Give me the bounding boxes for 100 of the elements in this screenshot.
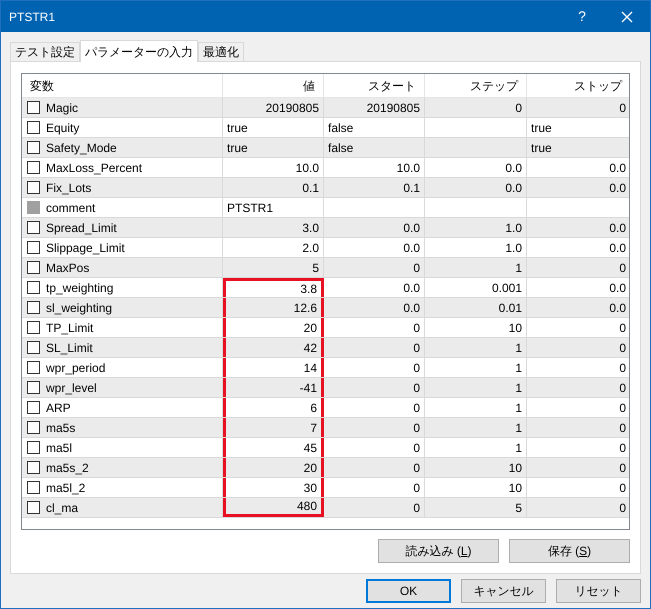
table-cell-text: 5: [515, 500, 522, 516]
file-button[interactable]: 読み込み (L): [378, 539, 499, 563]
table-cell-text: 0.0: [609, 300, 626, 316]
table-cell-text: 0: [619, 500, 626, 516]
checkbox[interactable]: [27, 101, 40, 114]
checkbox[interactable]: [27, 381, 40, 394]
tab[interactable]: パラメーターの入力: [80, 40, 198, 62]
checkbox[interactable]: [27, 361, 40, 374]
checkbox[interactable]: [27, 281, 40, 294]
parameter-name: ma5l: [46, 440, 72, 456]
help-button[interactable]: ?: [560, 1, 604, 32]
table-cell-text: 0: [619, 480, 626, 496]
dialog-button[interactable]: リセット: [556, 579, 641, 603]
table-cell-text: 30: [304, 480, 317, 496]
checkbox[interactable]: [27, 401, 40, 414]
table-cell-text: 1.0: [505, 240, 522, 256]
checkbox[interactable]: [27, 121, 40, 134]
table-cell-text: 14: [304, 360, 317, 376]
tab[interactable]: テスト設定: [10, 42, 80, 61]
column-header[interactable]: 変数: [22, 74, 223, 97]
checkbox[interactable]: [27, 341, 40, 354]
table-cell-text: 0.01: [498, 300, 522, 316]
table-cell-text: PTSTR1: [227, 200, 274, 216]
checkbox[interactable]: [27, 301, 40, 314]
table-cell-text: 0: [619, 320, 626, 336]
table-cell-text: 12.6: [294, 300, 317, 316]
checkbox[interactable]: [27, 421, 40, 434]
table-cell-text: 0.0: [403, 220, 420, 236]
column-header[interactable]: 値: [223, 74, 324, 97]
table-cell-text: 0: [413, 460, 420, 476]
table-cell-text: 20: [304, 460, 317, 476]
table-cell-text: 3.0: [302, 220, 319, 236]
parameter-name: SL_Limit: [46, 340, 93, 356]
table-cell-text: 5: [312, 260, 319, 276]
tab[interactable]: 最適化: [198, 42, 244, 61]
parameter-name: ma5s: [46, 420, 76, 436]
table-cell-text: 10: [508, 480, 522, 496]
table-cell-text: 0: [413, 500, 420, 516]
table-cell-text: 480: [296, 498, 317, 515]
checkbox[interactable]: [27, 141, 40, 154]
table-cell-text: 0.1: [403, 180, 420, 196]
table-cell-text: 10: [508, 320, 522, 336]
table-cell-text: 0: [619, 380, 626, 396]
table-cell-text: 20: [304, 320, 317, 336]
parameter-name: Safety_Mode: [46, 140, 117, 156]
table-cell-text: false: [328, 140, 354, 156]
checkbox[interactable]: [27, 181, 40, 194]
column-header[interactable]: スタート: [324, 74, 425, 97]
checkbox[interactable]: [27, 261, 40, 274]
table-cell-text: 0: [619, 460, 626, 476]
table-cell-text: 0: [619, 360, 626, 376]
dialog-button[interactable]: OK: [366, 579, 451, 603]
parameter-name: ma5l_2: [46, 480, 86, 496]
table-cell-text: true: [227, 120, 248, 136]
parameter-name: comment: [46, 200, 96, 216]
parameter-name: Spread_Limit: [46, 220, 117, 236]
table-cell-text: 0: [413, 480, 420, 496]
checkbox[interactable]: [27, 481, 40, 494]
parameter-name: MaxLoss_Percent: [46, 160, 142, 176]
table-cell-text: 20190805: [366, 100, 420, 116]
table-cell-text: 0: [619, 260, 626, 276]
checkbox[interactable]: [27, 241, 40, 254]
table-cell-text: 0.001: [492, 280, 522, 296]
table-cell-text: 0: [619, 400, 626, 416]
checkbox[interactable]: [27, 501, 40, 514]
table-cell-text: 0: [413, 440, 420, 456]
table-cell-text: 0: [413, 340, 420, 356]
checkbox[interactable]: [27, 321, 40, 334]
close-icon: [621, 10, 633, 22]
table-cell-text: 0: [619, 440, 626, 456]
checkbox[interactable]: [27, 441, 40, 454]
parameter-name: sl_weighting: [46, 300, 112, 316]
table-cell-text: 0: [413, 320, 420, 336]
table-cell-text: 1: [515, 400, 522, 416]
table-cell-text: 1: [515, 420, 522, 436]
dialog-button[interactable]: キャンセル: [461, 579, 546, 603]
table-cell-text: 0.0: [609, 180, 626, 196]
table-cell-text: true: [531, 140, 552, 156]
parameter-name: TP_Limit: [46, 320, 94, 336]
column-header[interactable]: ステップ: [425, 74, 527, 97]
table-cell-text: -41: [300, 380, 317, 396]
checkbox[interactable]: [27, 461, 40, 474]
table-cell-text: 1: [515, 380, 522, 396]
parameter-name: MaxPos: [46, 260, 90, 276]
table-cell-text: 0.0: [609, 240, 626, 256]
table-cell-text: 20190805: [266, 100, 319, 116]
table-cell-text: 0: [413, 400, 420, 416]
table-cell-text: 0.0: [505, 160, 522, 176]
file-button[interactable]: 保存 (S): [509, 539, 630, 563]
table-cell-text: 0.0: [609, 280, 626, 296]
table-cell-text: 2.0: [302, 240, 319, 256]
checkbox[interactable]: [27, 221, 40, 234]
column-header[interactable]: ストップ: [527, 74, 629, 97]
table-cell-text: 0: [413, 380, 420, 396]
table-cell-text: 0: [619, 340, 626, 356]
table-cell-text: 0.0: [505, 180, 522, 196]
table-cell-text: 3.8: [300, 281, 317, 298]
table-cell-text: 0: [413, 420, 420, 436]
window-title: PTSTR1: [8, 8, 56, 26]
checkbox[interactable]: [27, 161, 40, 174]
